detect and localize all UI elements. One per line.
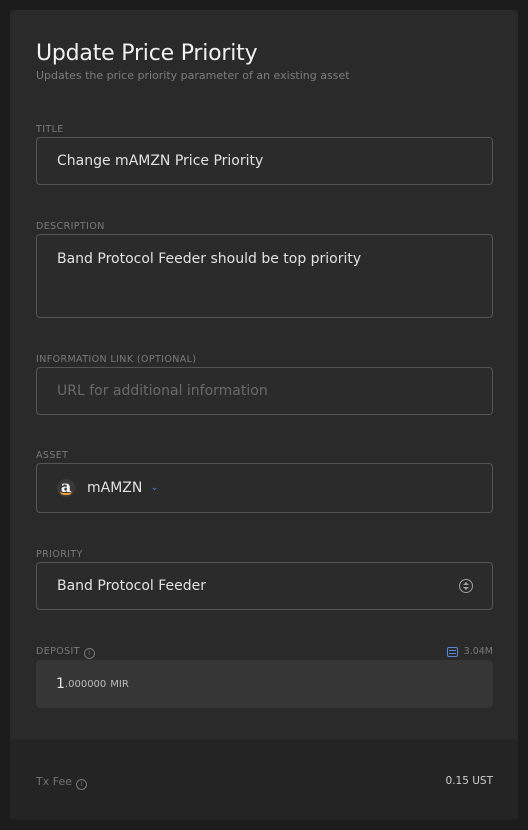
information-link-placeholder: URL for additional information <box>57 383 268 399</box>
deposit-balance-value: 3.04M <box>463 646 493 657</box>
information-link-input[interactable]: URL for additional information <box>36 367 493 415</box>
select-arrows-icon[interactable] <box>459 579 473 593</box>
info-icon[interactable]: i <box>83 648 95 659</box>
tx-fee-label-text: Tx Fee <box>36 775 72 788</box>
deposit-label-text: DEPOSIT <box>36 646 80 657</box>
page-title: Update Price Priority <box>36 41 258 66</box>
title-label: TITLE <box>36 124 64 135</box>
tx-fee-info-icon[interactable]: i <box>76 779 87 790</box>
asset-select[interactable]: a mAMZN ⌄ <box>36 463 493 513</box>
title-input-value: Change mAMZN Price Priority <box>57 153 264 169</box>
deposit-balance[interactable]: 3.04M <box>446 646 493 657</box>
asset-label: ASSET <box>36 450 69 461</box>
deposit-label: DEPOSIT i <box>36 646 95 659</box>
title-input[interactable]: Change mAMZN Price Priority <box>36 137 493 185</box>
amazon-logo-icon: a <box>57 478 75 497</box>
tx-fee-label: Tx Fee i <box>36 775 87 790</box>
chevron-down-icon[interactable]: ⌄ <box>150 482 158 493</box>
priority-select[interactable]: Band Protocol Feeder <box>36 562 493 610</box>
information-link-label: INFORMATION LINK (OPTIONAL) <box>36 354 197 365</box>
description-textarea-value: Band Protocol Feeder should be top prior… <box>57 251 362 267</box>
wallet-icon <box>446 646 458 657</box>
tx-fee-footer: Tx Fee i 0.15 UST <box>10 739 518 820</box>
deposit-amount: 1.000000 MIR <box>36 660 493 708</box>
description-textarea[interactable]: Band Protocol Feeder should be top prior… <box>36 234 493 318</box>
page-subtitle: Updates the price priority parameter of … <box>36 69 350 82</box>
update-price-priority-card: Update Price Priority Updates the price … <box>10 10 518 820</box>
deposit-amount-unit: MIR <box>110 678 129 690</box>
priority-select-value: Band Protocol Feeder <box>57 578 207 594</box>
deposit-amount-integer: 1 <box>56 676 65 692</box>
asset-select-value: mAMZN <box>87 480 143 496</box>
deposit-amount-decimal: .000000 <box>64 678 107 690</box>
form-body: Update Price Priority Updates the price … <box>10 10 518 739</box>
description-label: DESCRIPTION <box>36 221 105 232</box>
priority-label: PRIORITY <box>36 549 83 560</box>
tx-fee-value: 0.15 UST <box>445 775 493 787</box>
